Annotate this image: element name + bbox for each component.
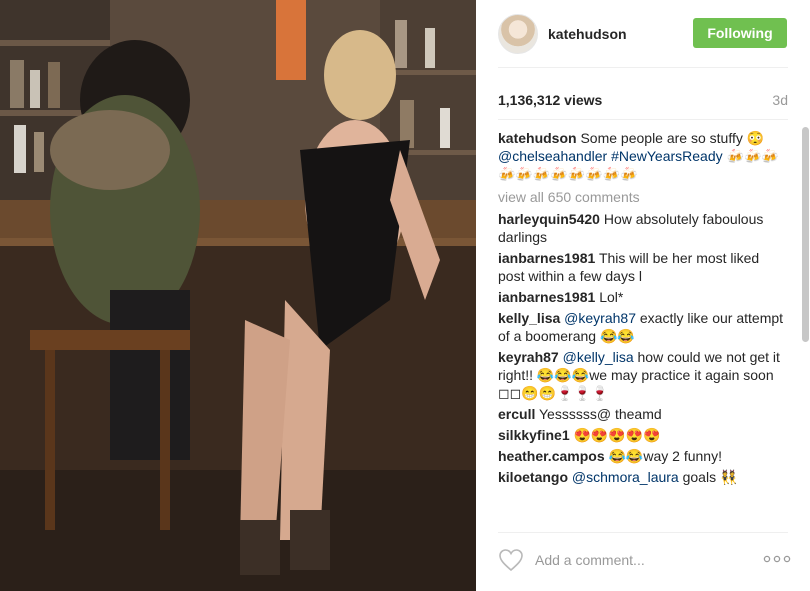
footer-divider [498, 532, 788, 533]
comments-scrollbar[interactable] [802, 127, 809, 342]
comment-user[interactable]: ercull [498, 406, 535, 422]
post-header: katehudson Following [476, 0, 810, 67]
list-item: keyrah87 @kelly_lisa how could we not ge… [498, 348, 788, 402]
post-photo[interactable] [0, 0, 476, 591]
comments-list[interactable]: katehudson Some people are so stuffy 😳 @c… [498, 129, 788, 528]
post-side-panel: katehudson Following 1,136,312 views 3d … [476, 0, 810, 591]
comment-user[interactable]: kelly_lisa [498, 310, 560, 326]
following-button[interactable]: Following [693, 18, 787, 48]
list-item: ianbarnes1981 Lol* [498, 288, 788, 306]
comment-user[interactable]: kiloetango [498, 469, 568, 485]
comment-user[interactable]: ianbarnes1981 [498, 289, 595, 305]
post-stats: 1,136,312 views 3d [498, 92, 788, 112]
stats-divider [498, 119, 788, 120]
photo-scene [0, 0, 476, 591]
heart-icon[interactable] [498, 548, 524, 572]
caption-mention[interactable]: @chelseahandler [498, 148, 607, 164]
comment-text: Lol* [599, 289, 624, 305]
caption: katehudson Some people are so stuffy 😳 @c… [498, 129, 788, 183]
view-count[interactable]: 1,136,312 views [498, 92, 602, 108]
comment-text: goals 👯 [682, 469, 738, 485]
list-item: ercull Yessssss@ theamd [498, 405, 788, 423]
comment-user[interactable]: heather.campos [498, 448, 605, 464]
more-options-icon[interactable] [763, 553, 791, 565]
add-comment-bar [498, 547, 791, 573]
list-item: ianbarnes1981 This will be her most like… [498, 249, 788, 285]
comment-mention[interactable]: @kelly_lisa [563, 349, 634, 365]
comment-user[interactable]: katehudson [498, 130, 577, 146]
post-age[interactable]: 3d [772, 92, 788, 108]
post-username[interactable]: katehudson [548, 26, 627, 42]
add-comment-input[interactable] [535, 552, 735, 568]
comment-text: 😍😍😍😍😍 [573, 427, 661, 443]
caption-text: Some people are so stuffy 😳 [580, 130, 765, 146]
list-item: kelly_lisa @keyrah87 exactly like our at… [498, 309, 788, 345]
list-item: kiloetango @schmora_laura goals 👯 [498, 468, 788, 486]
caption-hashtag[interactable]: #NewYearsReady [611, 148, 723, 164]
comment-text: Yessssss@ theamd [539, 406, 662, 422]
list-item: heather.campos 😂😂way 2 funny! [498, 447, 788, 465]
header-divider [498, 67, 788, 68]
view-all-comments-link[interactable]: view all 650 comments [498, 188, 788, 206]
comment-user[interactable]: keyrah87 [498, 349, 559, 365]
list-item: silkkyfine1 😍😍😍😍😍 [498, 426, 788, 444]
comment-mention[interactable]: @keyrah87 [564, 310, 636, 326]
comment-user[interactable]: harleyquin5420 [498, 211, 600, 227]
comment-text: 😂😂way 2 funny! [608, 448, 722, 464]
avatar[interactable] [498, 13, 538, 54]
comment-user[interactable]: ianbarnes1981 [498, 250, 595, 266]
comment-mention[interactable]: @schmora_laura [572, 469, 679, 485]
list-item: harleyquin5420 How absolutely faboulous … [498, 210, 788, 246]
comment-user[interactable]: silkkyfine1 [498, 427, 570, 443]
